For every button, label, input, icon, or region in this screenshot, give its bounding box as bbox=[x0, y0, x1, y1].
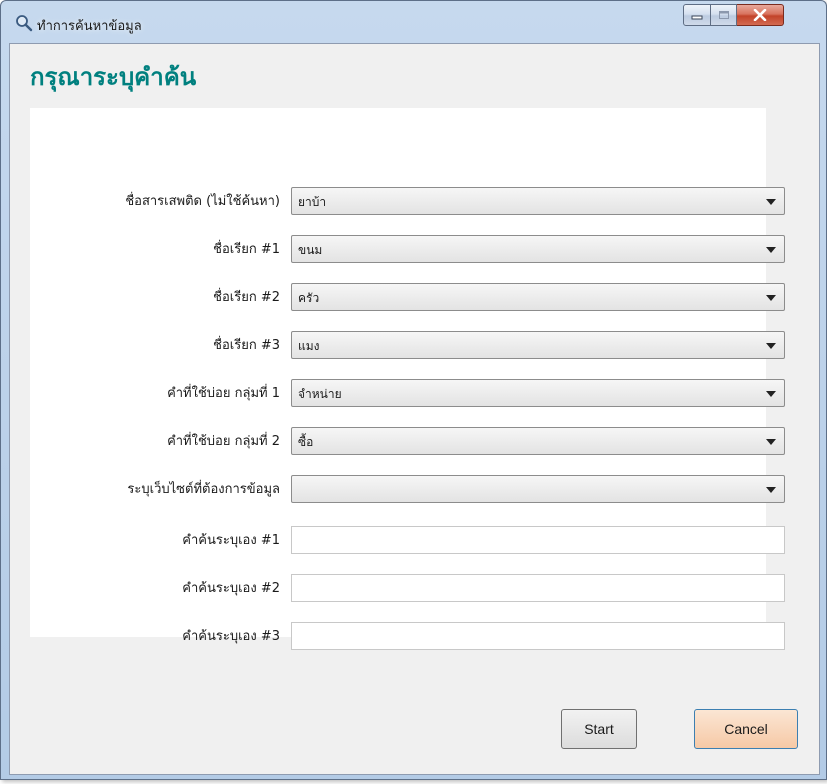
chevron-down-icon bbox=[766, 199, 776, 205]
nickname-2-row: ชื่อเรียก #2 ครัว bbox=[30, 283, 785, 313]
start-button[interactable]: Start bbox=[561, 709, 637, 749]
nickname-3-value: แมง bbox=[298, 339, 320, 353]
frequent-words-2-value: ซื้อ bbox=[298, 435, 314, 449]
website-row: ระบุเว็บไซต์ที่ต้องการข้อมูล bbox=[30, 475, 785, 505]
nickname-1-dropdown[interactable]: ขนม bbox=[291, 235, 785, 263]
drug-name-label: ชื่อสารเสพติด (ไม่ใช้ค้นหา) bbox=[125, 194, 280, 209]
chevron-down-icon bbox=[766, 439, 776, 445]
maximize-button[interactable] bbox=[711, 4, 737, 26]
custom-term-1-label: คำค้นระบุเอง #1 bbox=[182, 533, 280, 548]
drug-name-value: ยาบ้า bbox=[298, 195, 327, 209]
frequent-words-2-row: คำที่ใช้บ่อย กลุ่มที่ 2 ซื้อ bbox=[30, 427, 785, 457]
custom-term-1-row: คำค้นระบุเอง #1 bbox=[30, 526, 785, 556]
nickname-2-label: ชื่อเรียก #2 bbox=[213, 290, 280, 305]
chevron-down-icon bbox=[766, 295, 776, 301]
frequent-words-2-dropdown[interactable]: ซื้อ bbox=[291, 427, 785, 455]
custom-term-1-input[interactable] bbox=[291, 526, 785, 554]
close-icon bbox=[753, 9, 767, 21]
window-controls bbox=[683, 4, 784, 26]
custom-term-2-input[interactable] bbox=[291, 574, 785, 602]
cancel-button[interactable]: Cancel bbox=[694, 709, 798, 749]
form-heading: กรุณาระบุคำค้น bbox=[30, 63, 197, 91]
frequent-words-2-label: คำที่ใช้บ่อย กลุ่มที่ 2 bbox=[167, 434, 280, 449]
nickname-1-label: ชื่อเรียก #1 bbox=[213, 242, 280, 257]
website-label: ระบุเว็บไซต์ที่ต้องการข้อมูล bbox=[127, 482, 280, 497]
custom-term-2-label: คำค้นระบุเอง #2 bbox=[182, 581, 280, 596]
chevron-down-icon bbox=[766, 391, 776, 397]
nickname-3-dropdown[interactable]: แมง bbox=[291, 331, 785, 359]
nickname-2-dropdown[interactable]: ครัว bbox=[291, 283, 785, 311]
frequent-words-1-label: คำที่ใช้บ่อย กลุ่มที่ 1 bbox=[167, 386, 280, 401]
frequent-words-1-value: จำหน่าย bbox=[298, 387, 342, 401]
search-icon bbox=[16, 15, 33, 32]
minimize-icon bbox=[691, 15, 703, 20]
search-form-panel: ชื่อสารเสพติด (ไม่ใช้ค้นหา) ยาบ้า ชื่อเร… bbox=[30, 108, 785, 650]
drug-name-row: ชื่อสารเสพติด (ไม่ใช้ค้นหา) ยาบ้า bbox=[30, 187, 785, 217]
nickname-1-value: ขนม bbox=[298, 243, 323, 257]
drug-name-dropdown[interactable]: ยาบ้า bbox=[291, 187, 785, 215]
custom-term-3-row: คำค้นระบุเอง #3 bbox=[30, 622, 785, 652]
chevron-down-icon bbox=[766, 487, 776, 493]
custom-term-2-row: คำค้นระบุเอง #2 bbox=[30, 574, 785, 604]
maximize-icon bbox=[718, 11, 729, 19]
nickname-3-label: ชื่อเรียก #3 bbox=[213, 338, 280, 353]
nickname-1-row: ชื่อเรียก #1 ขนม bbox=[30, 235, 785, 265]
frequent-words-1-row: คำที่ใช้บ่อย กลุ่มที่ 1 จำหน่าย bbox=[30, 379, 785, 409]
chevron-down-icon bbox=[766, 343, 776, 349]
nickname-2-value: ครัว bbox=[298, 291, 320, 305]
frequent-words-1-dropdown[interactable]: จำหน่าย bbox=[291, 379, 785, 407]
window-title: ทำการค้นหาข้อมูล bbox=[37, 19, 142, 34]
website-dropdown[interactable] bbox=[291, 475, 785, 503]
minimize-button[interactable] bbox=[683, 4, 711, 26]
chevron-down-icon bbox=[766, 247, 776, 253]
nickname-3-row: ชื่อเรียก #3 แมง bbox=[30, 331, 785, 361]
custom-term-3-input[interactable] bbox=[291, 622, 785, 650]
title-bar[interactable]: ทำการค้นหาข้อมูล bbox=[1, 1, 826, 43]
close-button[interactable] bbox=[737, 4, 784, 26]
custom-term-3-label: คำค้นระบุเอง #3 bbox=[182, 629, 280, 644]
